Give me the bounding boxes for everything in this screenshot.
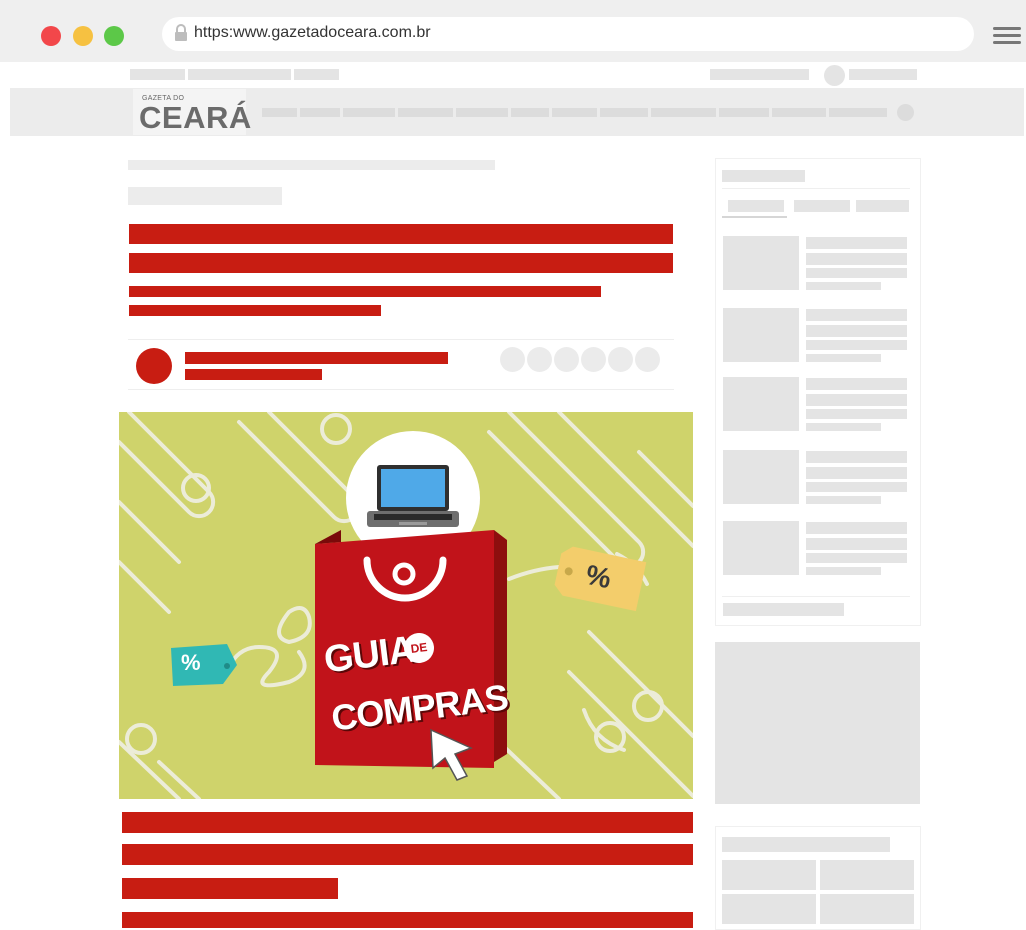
body-text-line [122,844,693,865]
nav-item[interactable] [719,108,769,117]
subtitle-line [129,305,381,316]
text-placeholder [806,567,881,575]
text-placeholder [806,467,907,479]
widget-title-placeholder [722,170,805,182]
widget-tab[interactable] [728,200,784,212]
headline-line [129,224,673,244]
text-placeholder [806,268,907,278]
share-button[interactable] [500,347,525,372]
text-placeholder [806,496,881,504]
text-placeholder [806,409,907,419]
top-link-placeholder[interactable] [294,69,339,80]
sidebar-list-item[interactable] [723,377,909,433]
top-link-placeholder[interactable] [710,69,809,80]
thumbnail-placeholder [723,308,799,362]
nav-item[interactable] [511,108,549,117]
divider [128,389,674,390]
nav-item[interactable] [262,108,297,117]
author-name-placeholder[interactable] [185,352,448,364]
active-tab-indicator [722,216,787,218]
top-link-placeholder[interactable] [188,69,291,80]
text-placeholder [806,253,907,265]
nav-menu [262,108,892,117]
nav-item[interactable] [398,108,453,117]
share-button[interactable] [527,347,552,372]
thumbnail-placeholder [723,450,799,504]
thumbnail-placeholder [723,236,799,290]
close-window-button[interactable] [41,26,61,46]
text-placeholder [806,325,907,337]
minimize-window-button[interactable] [73,26,93,46]
hamburger-menu-icon[interactable] [993,27,1021,45]
sidebar-list-item[interactable] [723,308,909,364]
divider [722,188,910,189]
maximize-window-button[interactable] [104,26,124,46]
text-placeholder [806,282,881,290]
text-placeholder [806,309,907,321]
lock-icon [175,24,187,41]
breadcrumb-placeholder [128,160,495,170]
hero-image: % % GUIA DE COMPRAS [119,412,693,799]
category-placeholder [128,187,282,205]
nav-item[interactable] [829,108,887,117]
text-placeholder [806,354,881,362]
thumbnail-placeholder [723,521,799,575]
search-icon[interactable] [897,104,914,121]
body-text-line [122,878,338,899]
url-text: https:www.gazetadoceara.com.br [194,24,431,41]
nav-item[interactable] [456,108,508,117]
user-avatar-placeholder[interactable] [824,65,845,86]
body-text-line [122,912,693,928]
text-placeholder [806,340,907,350]
grid-cell-placeholder[interactable] [722,860,816,890]
login-link-placeholder[interactable] [849,69,917,80]
thumbnail-placeholder [723,377,799,431]
nav-item[interactable] [300,108,340,117]
hero-illustration [119,412,693,799]
divider [128,339,674,340]
share-button[interactable] [581,347,606,372]
share-buttons [500,347,664,373]
sidebar-list-item[interactable] [723,450,909,506]
text-placeholder [806,482,907,492]
text-placeholder [806,394,907,406]
ad-placeholder[interactable] [715,642,920,804]
subtitle-line [129,286,601,297]
grid-cell-placeholder[interactable] [722,894,816,924]
text-placeholder [806,538,907,550]
text-placeholder [806,553,907,563]
share-button[interactable] [554,347,579,372]
nav-item[interactable] [343,108,395,117]
text-placeholder [806,423,881,431]
text-placeholder [806,451,907,463]
body-text-line [122,812,693,833]
nav-item[interactable] [772,108,826,117]
text-placeholder [806,378,907,390]
nav-item[interactable] [651,108,716,117]
nav-item[interactable] [600,108,648,117]
sidebar-list-item[interactable] [723,236,909,292]
nav-item[interactable] [552,108,597,117]
grid-cell-placeholder[interactable] [820,894,914,924]
text-placeholder [806,522,907,534]
publish-date-placeholder [185,369,322,380]
share-button[interactable] [635,347,660,372]
percent-label-left: % [181,650,201,675]
text-placeholder [806,237,907,249]
logo-big-text: CEARÁ [139,100,252,135]
share-button[interactable] [608,347,633,372]
widget-title-placeholder [722,837,890,852]
author-avatar[interactable] [136,348,172,384]
headline-line [129,253,673,273]
divider [722,596,910,597]
widget-tab[interactable] [794,200,850,212]
sidebar-list-item[interactable] [723,521,909,577]
widget-tab[interactable] [856,200,909,212]
grid-cell-placeholder[interactable] [820,860,914,890]
top-link-placeholder[interactable] [130,69,185,80]
see-more-link-placeholder[interactable] [723,603,844,616]
